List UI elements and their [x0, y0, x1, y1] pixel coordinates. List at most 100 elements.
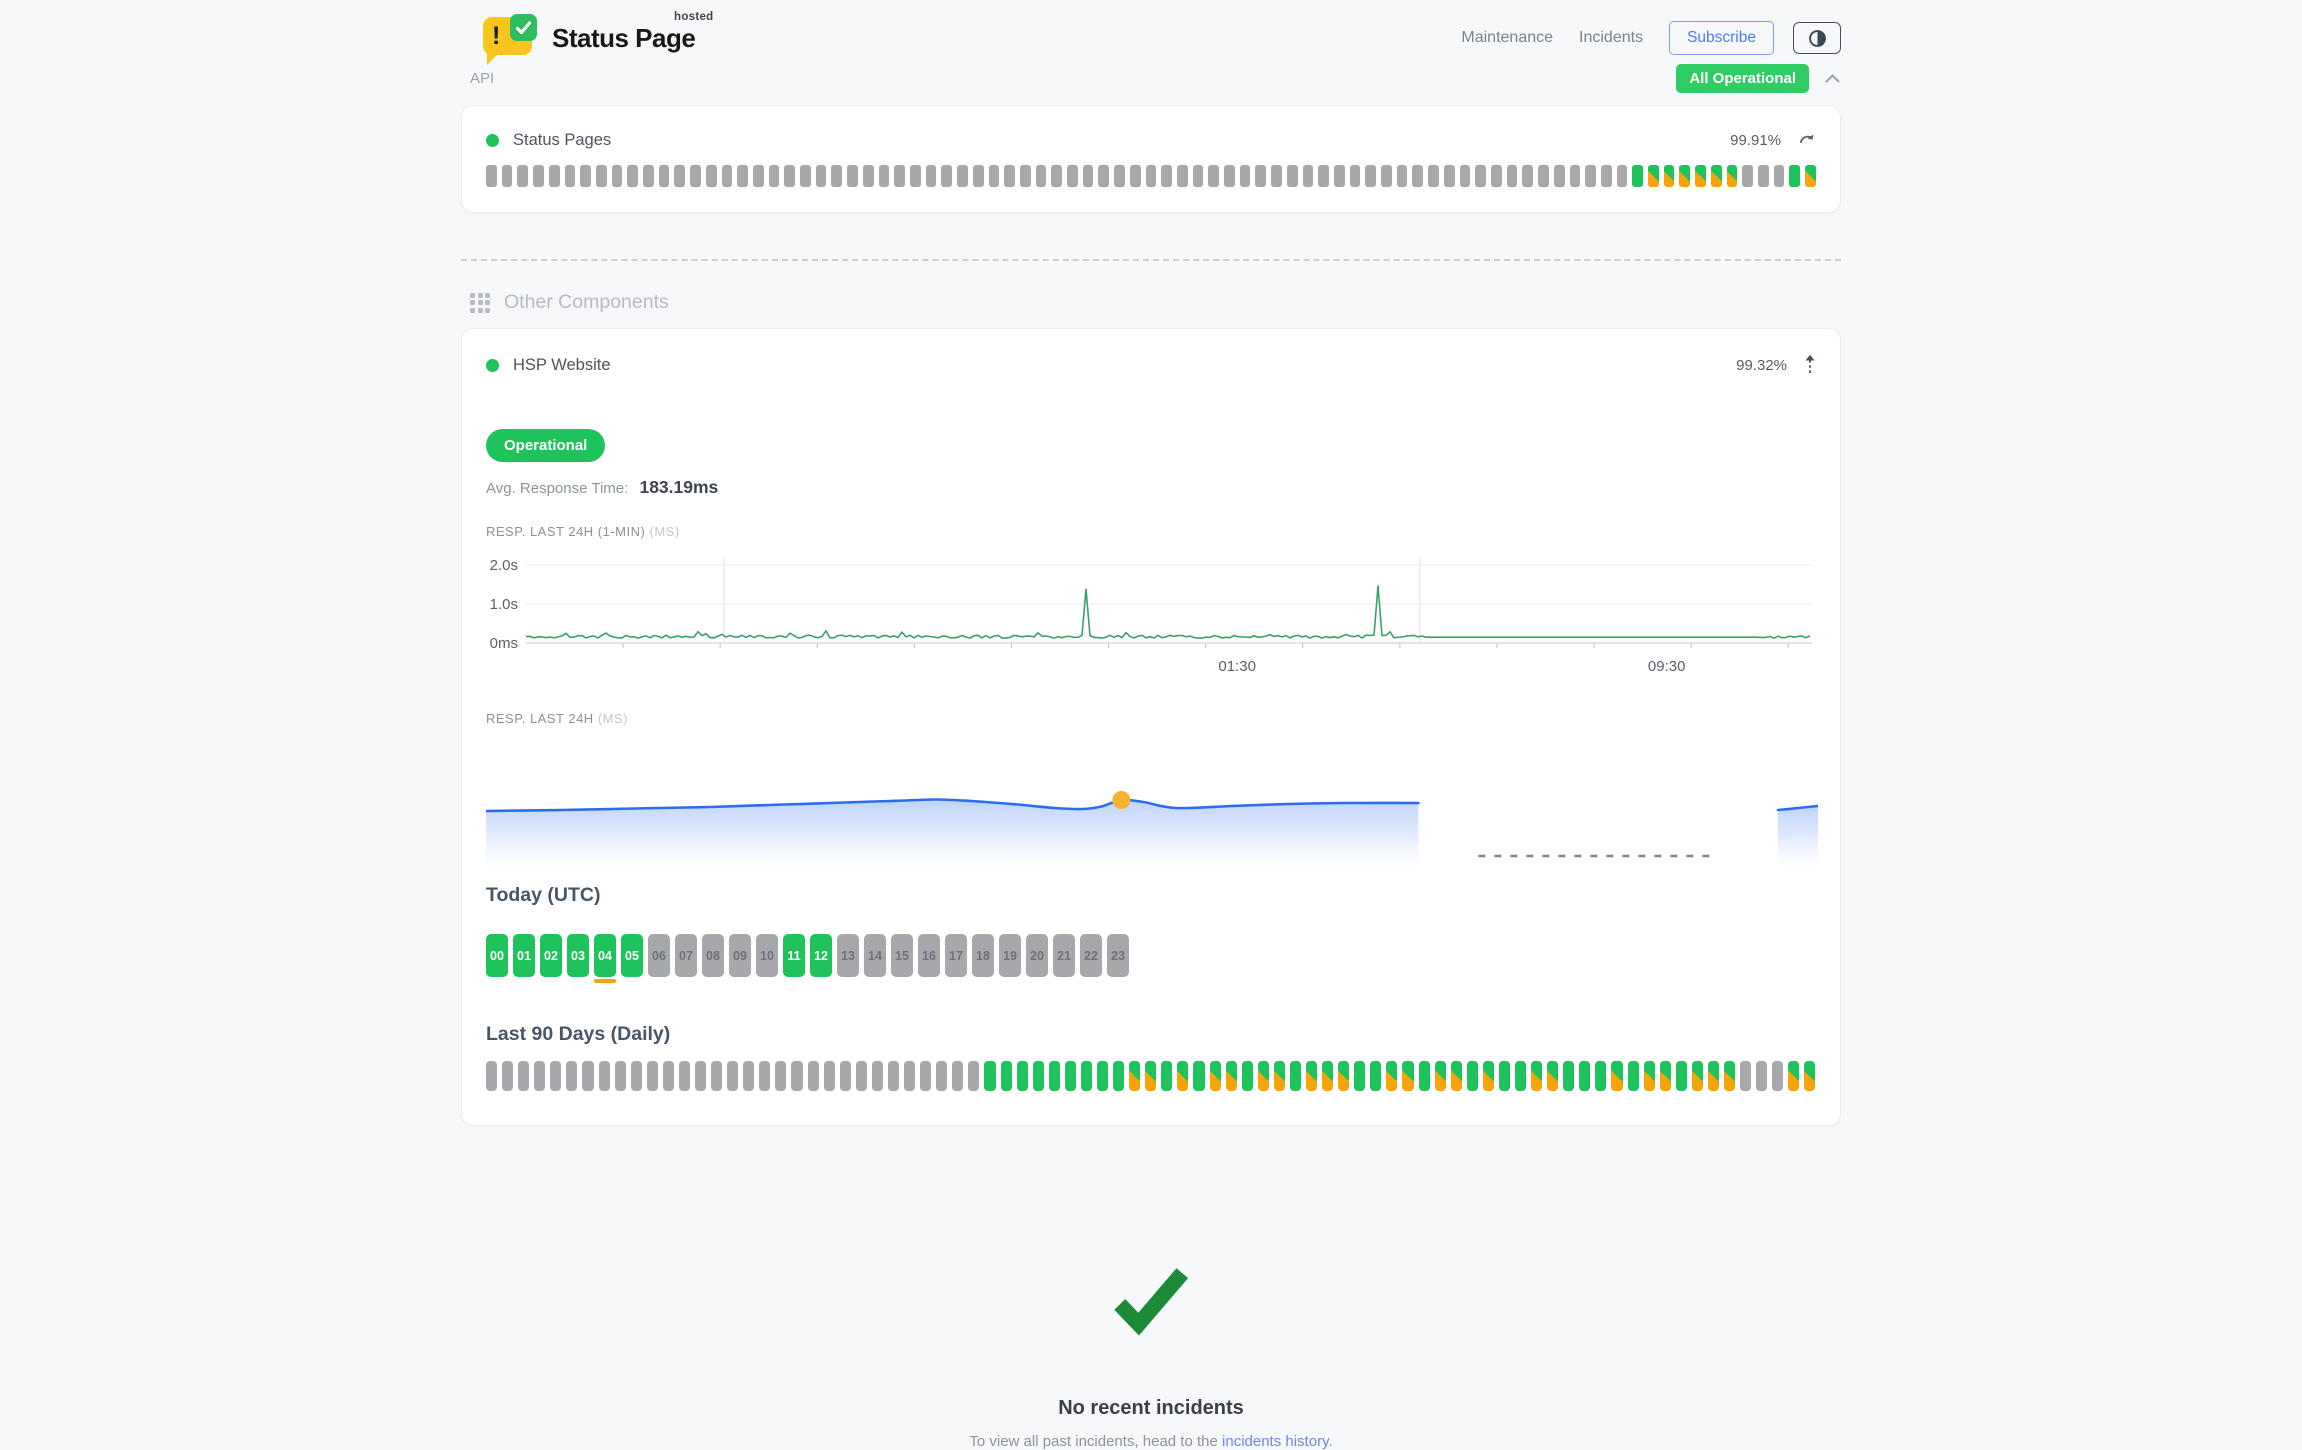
uptime-bar[interactable] [1789, 165, 1800, 187]
daily-bar[interactable] [743, 1061, 754, 1091]
hour-cell-02[interactable]: 02 [540, 934, 562, 977]
hour-cell-04[interactable]: 04 [594, 934, 616, 977]
daily-bar[interactable] [1097, 1061, 1108, 1091]
uptime-bar[interactable] [1020, 165, 1031, 187]
hour-cell-03[interactable]: 03 [567, 934, 589, 977]
uptime-bar[interactable] [1365, 165, 1376, 187]
uptime-bar[interactable] [486, 165, 497, 187]
daily-bar[interactable] [808, 1061, 819, 1091]
daily-bar[interactable] [1081, 1061, 1092, 1091]
uptime-bar[interactable] [1114, 165, 1125, 187]
component-row[interactable]: Status Pages 99.91% [486, 131, 1816, 150]
uptime-bar[interactable] [941, 165, 952, 187]
component-row[interactable]: HSP Website 99.32% [486, 354, 1816, 377]
uptime-bar[interactable] [1177, 165, 1188, 187]
daily-bar[interactable] [1145, 1061, 1156, 1091]
uptime-bar[interactable] [1146, 165, 1157, 187]
daily-bar[interactable] [1483, 1061, 1494, 1091]
daily-bar[interactable] [1161, 1061, 1172, 1091]
uptime-bar[interactable] [1287, 165, 1298, 187]
refresh-icon[interactable] [1798, 133, 1816, 148]
uptime-bar[interactable] [517, 165, 528, 187]
hour-cell-08[interactable]: 08 [702, 934, 724, 977]
hour-cell-06[interactable]: 06 [648, 934, 670, 977]
uptime-bar[interactable] [737, 165, 748, 187]
daily-bar[interactable] [1515, 1061, 1526, 1091]
daily-bar[interactable] [1065, 1061, 1076, 1091]
uptime-bar[interactable] [1460, 165, 1471, 187]
uptime-bar[interactable] [1208, 165, 1219, 187]
uptime-bar[interactable] [722, 165, 733, 187]
daily-bar[interactable] [1531, 1061, 1542, 1091]
daily-bar[interactable] [615, 1061, 626, 1091]
collapse-section-button[interactable] [1824, 73, 1841, 84]
uptime-bar[interactable] [1161, 165, 1172, 187]
uptime-bar[interactable] [847, 165, 858, 187]
daily-bar[interactable] [775, 1061, 786, 1091]
uptime-bar[interactable] [565, 165, 576, 187]
uptime-bar[interactable] [1507, 165, 1518, 187]
uptime-bar[interactable] [1805, 165, 1816, 187]
hour-cell-18[interactable]: 18 [972, 934, 994, 977]
uptime-bar[interactable] [1397, 165, 1408, 187]
hour-cell-20[interactable]: 20 [1026, 934, 1048, 977]
uptime-bar[interactable] [1664, 165, 1675, 187]
daily-bar[interactable] [936, 1061, 947, 1091]
uptime-bar[interactable] [1742, 165, 1753, 187]
daily-bar[interactable] [759, 1061, 770, 1091]
uptime-bar[interactable] [643, 165, 654, 187]
daily-bar[interactable] [1676, 1061, 1687, 1091]
daily-bar[interactable] [663, 1061, 674, 1091]
daily-bar[interactable] [1740, 1061, 1751, 1091]
daily-bar[interactable] [1660, 1061, 1671, 1091]
daily-bar[interactable] [582, 1061, 593, 1091]
daily-bar[interactable] [679, 1061, 690, 1091]
uptime-bar[interactable] [973, 165, 984, 187]
daily-bar[interactable] [872, 1061, 883, 1091]
daily-bar[interactable] [1547, 1061, 1558, 1091]
daily-bar[interactable] [1579, 1061, 1590, 1091]
daily-bar[interactable] [1274, 1061, 1285, 1091]
daily-bar[interactable] [1193, 1061, 1204, 1091]
daily-bar[interactable] [1370, 1061, 1381, 1091]
nav-maintenance[interactable]: Maintenance [1461, 29, 1553, 47]
hour-cell-10[interactable]: 10 [756, 934, 778, 977]
daily-bar[interactable] [968, 1061, 979, 1091]
hour-cell-12[interactable]: 12 [810, 934, 832, 977]
daily-bar[interactable] [1788, 1061, 1799, 1091]
daily-bar[interactable] [1033, 1061, 1044, 1091]
hour-cell-21[interactable]: 21 [1053, 934, 1075, 977]
uptime-bar[interactable] [831, 165, 842, 187]
uptime-bar[interactable] [863, 165, 874, 187]
daily-bar[interactable] [1804, 1061, 1815, 1091]
uptime-bar[interactable] [690, 165, 701, 187]
daily-bar[interactable] [791, 1061, 802, 1091]
incidents-history-link[interactable]: incidents history [1222, 1433, 1328, 1450]
uptime-bar[interactable] [753, 165, 764, 187]
daily-bar[interactable] [550, 1061, 561, 1091]
uptime-bar[interactable] [1554, 165, 1565, 187]
daily-bar[interactable] [1402, 1061, 1413, 1091]
daily-bar[interactable] [1644, 1061, 1655, 1091]
uptime-bar[interactable] [926, 165, 937, 187]
daily-bar[interactable] [1595, 1061, 1606, 1091]
daily-bar[interactable] [1129, 1061, 1140, 1091]
daily-bar[interactable] [534, 1061, 545, 1091]
uptime-bar[interactable] [706, 165, 717, 187]
uptime-bar[interactable] [784, 165, 795, 187]
daily-bar[interactable] [1322, 1061, 1333, 1091]
uptime-bar[interactable] [1679, 165, 1690, 187]
uptime-bar[interactable] [1318, 165, 1329, 187]
daily-bar[interactable] [1017, 1061, 1028, 1091]
uptime-bar[interactable] [1727, 165, 1738, 187]
arrow-up-icon[interactable] [1804, 354, 1816, 377]
daily-bar[interactable] [502, 1061, 513, 1091]
daily-bar[interactable] [1113, 1061, 1124, 1091]
hour-cell-22[interactable]: 22 [1080, 934, 1102, 977]
daily-bar[interactable] [566, 1061, 577, 1091]
daily-bar[interactable] [824, 1061, 835, 1091]
daily-bar[interactable] [1386, 1061, 1397, 1091]
uptime-bar[interactable] [769, 165, 780, 187]
hour-cell-14[interactable]: 14 [864, 934, 886, 977]
uptime-bar[interactable] [1601, 165, 1612, 187]
